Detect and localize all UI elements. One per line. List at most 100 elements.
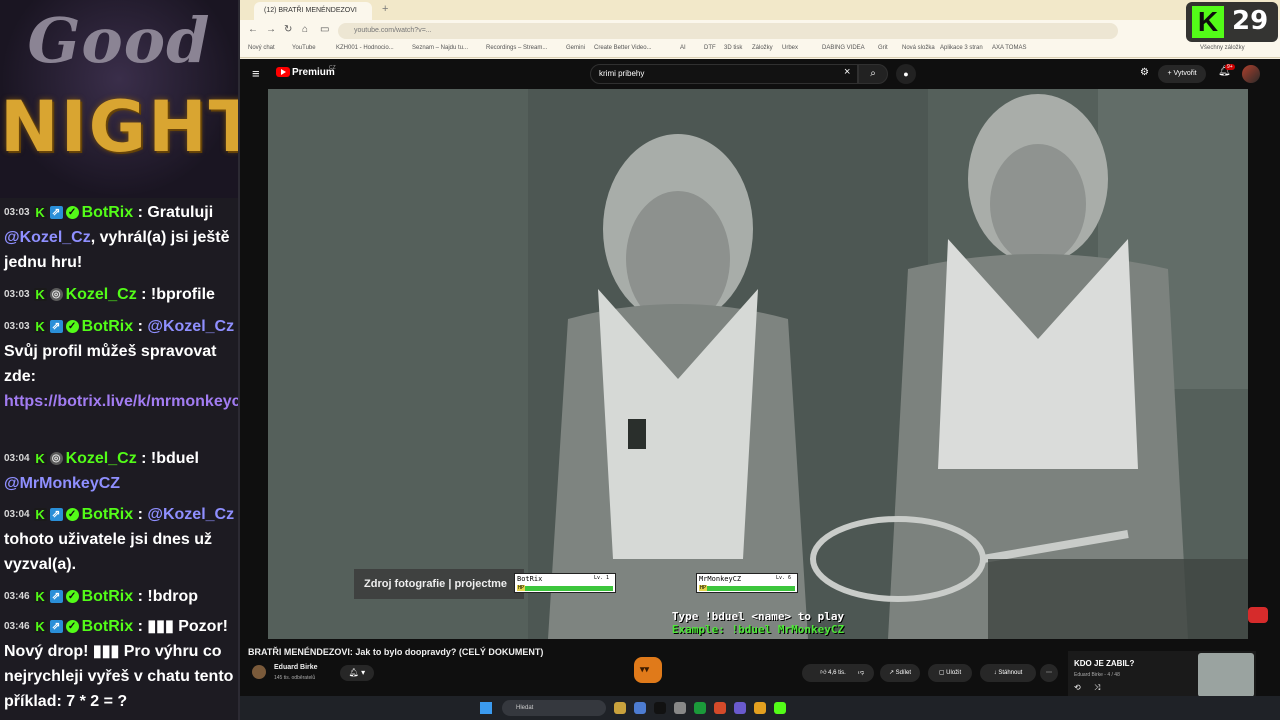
create-button[interactable]: + Vytvořit	[1158, 65, 1206, 83]
taskbar-search-input[interactable]: Hledat	[502, 700, 606, 716]
app-icon-8[interactable]	[754, 702, 766, 714]
bookmark-item[interactable]: Nový chat	[248, 45, 275, 51]
kick-viewer-counter: K 29	[1186, 2, 1278, 42]
chrome-icon[interactable]	[714, 702, 726, 714]
browser-tab[interactable]: (12) BRATŘI MENÉNDEZOVI	[254, 2, 372, 20]
new-tab-icon[interactable]: +	[382, 3, 388, 15]
settings-icon[interactable]	[674, 702, 686, 714]
player1-name: BotRix	[517, 575, 543, 583]
bookmark-item[interactable]: Nová složka	[902, 45, 935, 51]
bookmark-item[interactable]: Gemini	[566, 45, 585, 51]
subscribed-bell-button[interactable]: 🔔︎ ▾	[340, 665, 374, 681]
chat-username[interactable]: BotRix	[82, 318, 134, 335]
chat-mention[interactable]: @Kozel_Cz	[4, 229, 91, 246]
user-badge-icon: ◎	[49, 288, 63, 302]
chat-username[interactable]: Kozel_Cz	[66, 286, 137, 303]
playlist-subtitle: Eduard Birke - 4 / 48	[1074, 672, 1120, 678]
playlist-card[interactable]: KDO JE ZABIL? Eduard Birke - 4 / 48 ⟲ ⤨	[1068, 651, 1256, 699]
xbox-icon[interactable]	[694, 702, 706, 714]
chat-separator: :	[133, 618, 148, 635]
bot-badge-icon: ⇗	[49, 590, 63, 604]
video-frame-photo	[268, 89, 1248, 639]
youtube-branding-icon[interactable]	[1248, 607, 1268, 623]
chat-mention[interactable]: @Kozel_Cz	[147, 506, 234, 523]
search-icon[interactable]: ⌕	[858, 64, 888, 84]
microphone-icon[interactable]: ●	[896, 64, 916, 84]
chat-username[interactable]: BotRix	[82, 618, 134, 635]
bookmark-item[interactable]: Recordings – Stream...	[486, 45, 547, 51]
app-icon-2[interactable]	[634, 702, 646, 714]
duel-example: Example: !bduel MrMonkeyCZ	[671, 623, 845, 636]
chat-timestamp: 03:46	[4, 591, 30, 603]
share-label: Sdílet	[895, 670, 912, 676]
home-icon[interactable]: ⌂	[302, 24, 308, 35]
clear-search-icon[interactable]: ×	[844, 66, 850, 78]
share-button[interactable]: ↗ Sdílet	[880, 664, 920, 682]
bookmark-item[interactable]: KZH001 - Hodnocio...	[336, 45, 394, 51]
chat-link[interactable]: https://botrix.live/k/mrmonkeycz/battle	[4, 393, 238, 410]
player2-hp-card: MrMonkeyCZ Lv. 6 HP	[696, 573, 798, 593]
cast-icon[interactable]: ⚙	[1140, 67, 1149, 78]
bookmark-item[interactable]: Urbex	[782, 45, 798, 51]
kick-logo-icon: K	[1192, 6, 1224, 38]
chat-username[interactable]: BotRix	[82, 506, 134, 523]
bookmark-item[interactable]: AI	[680, 45, 686, 51]
forward-icon[interactable]: →	[266, 24, 276, 35]
chat-mention[interactable]: @MrMonkeyCZ	[4, 475, 120, 492]
verified-badge-icon: ✓	[65, 508, 79, 522]
chat-separator: :	[133, 506, 148, 523]
bookmark-item[interactable]: Seznam – Najdu tu...	[412, 45, 468, 51]
bookmark-item[interactable]: 3D tisk	[724, 45, 742, 51]
channel-name[interactable]: Eduard Birke	[274, 664, 318, 671]
bookmark-item[interactable]: Záložky	[752, 45, 773, 51]
bookmark-item[interactable]: DTF	[704, 45, 716, 51]
chat-username[interactable]: BotRix	[82, 204, 134, 221]
banner-good-text: Good	[27, 4, 211, 77]
bookmark-item[interactable]: Všechny záložky	[1200, 45, 1245, 51]
bot-badge-icon: ⇗	[49, 508, 63, 522]
search-input[interactable]: krimi pribehy	[590, 64, 858, 84]
verified-badge-icon: ✓	[65, 620, 79, 634]
youtube-logo-icon[interactable]	[276, 67, 290, 77]
channel-avatar[interactable]	[252, 665, 266, 679]
chat-username[interactable]: Kozel_Cz	[66, 450, 137, 467]
download-button[interactable]: ↓ Stáhnout	[980, 664, 1036, 682]
screen: Good NIGHT 03:03 K ⇗ ✓ BotRix : Gratuluji @K…	[0, 0, 1280, 720]
save-button[interactable]: ▢ Uložit	[928, 664, 972, 682]
playlist-thumbnail[interactable]	[1198, 653, 1254, 697]
more-actions-icon[interactable]: ⋯	[1040, 664, 1058, 682]
account-avatar[interactable]	[1242, 65, 1260, 83]
chat-mention[interactable]: @Kozel_Cz	[147, 318, 234, 335]
windows-start-icon[interactable]	[480, 702, 492, 714]
reload-icon[interactable]: ↻	[284, 24, 292, 35]
bookmark-item[interactable]: Aplikace 3 stran	[940, 45, 983, 51]
loop-icon[interactable]: ⟲	[1074, 683, 1081, 692]
player1-level: Lv. 1	[593, 575, 609, 581]
chat-text: ▮▮▮	[92, 643, 120, 661]
sidebar-icon[interactable]: ▭	[320, 24, 329, 35]
bookmark-item[interactable]: YouTube	[292, 45, 316, 51]
channel-subscribers: 145 tis. odběratelů	[274, 675, 316, 681]
video-player[interactable]: Zdroj fotografie | projectme BotRix Lv. …	[268, 89, 1248, 639]
hamburger-menu-icon[interactable]: ≡	[252, 66, 260, 81]
discord-icon[interactable]	[734, 702, 746, 714]
chat-timestamp: 03:46	[4, 621, 30, 633]
chat-timestamp: 03:04	[4, 453, 30, 465]
url-field[interactable]: youtube.com/watch?v=...	[338, 23, 1118, 39]
bookmark-item[interactable]: Grit	[878, 45, 888, 51]
back-icon[interactable]: ←	[248, 24, 258, 35]
kick-app-icon[interactable]	[774, 702, 786, 714]
player1-hp-bar	[517, 586, 613, 591]
chat-username[interactable]: BotRix	[82, 588, 134, 605]
dislike-button[interactable]: 👎︎	[848, 664, 874, 682]
shuffle-icon[interactable]: ⤨	[1094, 683, 1100, 693]
download-label: Stáhnout	[998, 670, 1023, 676]
chat-separator: :	[133, 588, 148, 605]
bot-badge-icon: ⇗	[49, 206, 63, 220]
tiktok-icon[interactable]	[654, 702, 666, 714]
bookmark-item[interactable]: Create Better Video...	[594, 45, 652, 51]
address-bar-row: ← → ↻ ⌂ ▭ youtube.com/watch?v=...	[240, 20, 1280, 42]
file-explorer-icon[interactable]	[614, 702, 626, 714]
bookmark-item[interactable]: DABING VIDEA	[822, 45, 865, 51]
bookmark-item[interactable]: AXA TOMAS	[992, 45, 1026, 51]
